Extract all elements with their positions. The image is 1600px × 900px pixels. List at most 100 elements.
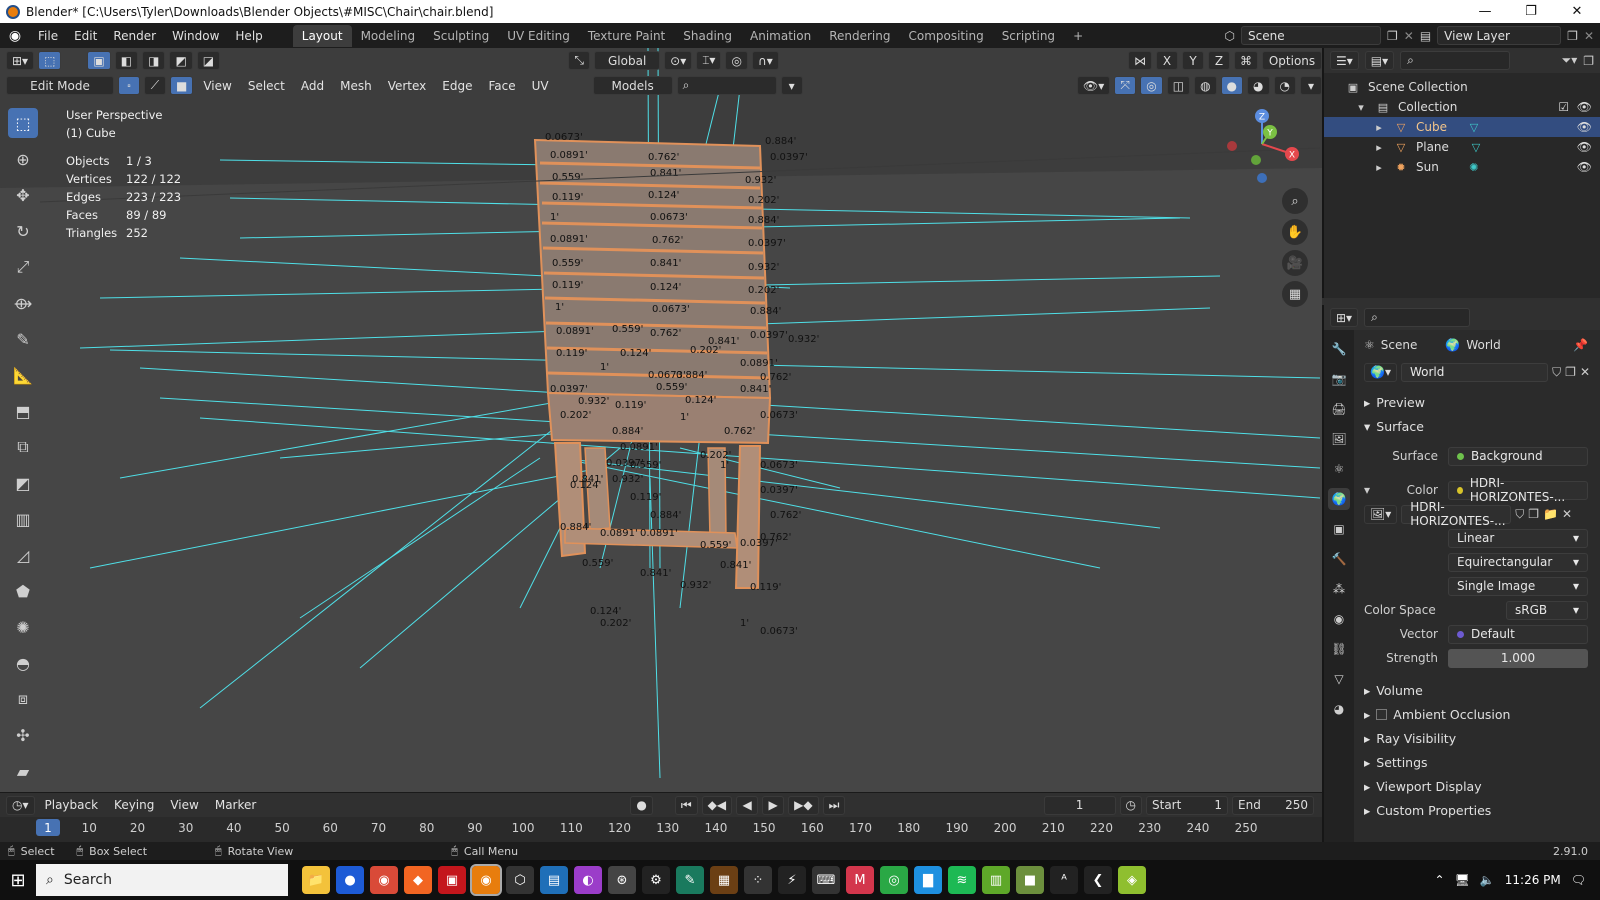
section-preview[interactable]: ▸ Preview <box>1356 390 1600 414</box>
new-collection-icon[interactable]: ❐ <box>1583 54 1594 68</box>
face-select-button[interactable]: ■ <box>170 76 194 95</box>
unity-icon[interactable]: ⬡ <box>506 866 534 894</box>
notifications-icon[interactable]: 🗨 <box>1571 873 1586 887</box>
visibility-eye-icon[interactable]: 👁 <box>1577 140 1592 154</box>
section-surface[interactable]: ▾ Surface <box>1356 414 1600 438</box>
steam-icon[interactable]: ⊛ <box>608 866 636 894</box>
smooth-tool-icon[interactable]: ◓ <box>8 648 38 678</box>
new-view-layer-icon[interactable]: ❐ <box>1567 29 1578 43</box>
app-bolt-icon[interactable]: ⚡ <box>778 866 806 894</box>
play-reverse-icon[interactable]: ◀ <box>736 795 759 815</box>
select-box-tool-icon[interactable]: ⬚ <box>8 108 38 138</box>
xray-toggle-icon[interactable]: ◫ <box>1166 76 1191 95</box>
outliner-item-sun[interactable]: ▸ ✹ Sun ✺ 👁 <box>1324 157 1600 177</box>
mirror-z-button[interactable]: Z <box>1208 51 1230 70</box>
spin-tool-icon[interactable]: ✺ <box>8 612 38 642</box>
move-tool-icon[interactable]: ✥ <box>8 180 38 210</box>
filter-icon[interactable]: ⏷▾ <box>1562 53 1578 68</box>
navigation-gizmo[interactable]: Z X Y <box>1222 104 1302 194</box>
particles-tab-icon[interactable]: ⁂ <box>1328 578 1350 600</box>
color-input-field[interactable]: HDRI-HORIZONTES-... <box>1448 476 1588 504</box>
playhead-frame[interactable]: 1 <box>36 819 60 836</box>
app-purple-icon[interactable]: ◐ <box>574 866 602 894</box>
expand-icon[interactable]: ▸ <box>1372 160 1386 174</box>
overlay-toggle-icon[interactable]: ◎ <box>1140 76 1163 95</box>
world-name-field[interactable]: World <box>1400 362 1549 382</box>
properties-search-input[interactable]: ⌕ <box>1364 308 1471 327</box>
tab-uv-editing[interactable]: UV Editing <box>498 25 579 47</box>
constraints-tab-icon[interactable]: ⛓ <box>1328 638 1350 660</box>
clock[interactable]: 11:26 PM <box>1505 873 1561 887</box>
layer-filter-dropdown[interactable]: Models <box>592 76 673 95</box>
loop-cut-tool-icon[interactable]: ▥ <box>8 504 38 534</box>
image-name-field[interactable]: HDRI-HORIZONTES-... <box>1401 500 1512 528</box>
app-dots-icon[interactable]: ⁘ <box>744 866 772 894</box>
expand-icon[interactable]: ▸ <box>1372 140 1386 154</box>
tray-chevron-icon[interactable]: ⌃ <box>1435 873 1445 887</box>
extrude-tool-icon[interactable]: ⬒ <box>8 396 38 426</box>
select-mode-intersect-button[interactable]: ◪ <box>196 51 221 70</box>
menu-edit[interactable]: Edit <box>66 29 105 43</box>
timeline-editor-type-button[interactable]: ◷▾ <box>6 795 35 815</box>
scene-icon[interactable]: ⬡ <box>1225 29 1235 43</box>
vertex-select-button[interactable]: ⬞ <box>118 76 140 95</box>
jump-start-icon[interactable]: ⏮ <box>674 795 698 815</box>
viewport-search-input[interactable]: ⌕ <box>676 76 777 95</box>
end-frame-field[interactable]: End 250 <box>1232 795 1314 815</box>
play-icon[interactable]: ▶ <box>762 795 785 815</box>
surface-shader-field[interactable]: Background <box>1448 446 1588 466</box>
add-workspace-button[interactable]: + <box>1064 25 1092 47</box>
bevel-tool-icon[interactable]: ◩ <box>8 468 38 498</box>
collection-checkbox[interactable]: ☑ 👁 <box>1558 100 1592 114</box>
section-ambient-occlusion[interactable]: ▸ Ambient Occlusion <box>1356 702 1600 726</box>
menu-playback[interactable]: Playback <box>39 798 105 812</box>
edge-slide-tool-icon[interactable]: ⧈ <box>8 684 38 714</box>
image-fake-user-icon[interactable]: ⛉ <box>1515 507 1524 522</box>
taskbar-search-box[interactable]: ⌕ Search <box>36 864 288 896</box>
app-keyboard-icon[interactable]: ⌨ <box>812 866 840 894</box>
menu-vertex[interactable]: Vertex <box>382 79 433 93</box>
app-m-icon[interactable]: M <box>846 866 874 894</box>
app-red-icon[interactable]: ▣ <box>438 866 466 894</box>
outliner-search-input[interactable]: ⌕ <box>1400 51 1511 70</box>
menu-add[interactable]: Add <box>295 79 330 93</box>
inset-tool-icon[interactable]: ⧉ <box>8 432 38 462</box>
physics-tab-icon[interactable]: ◉ <box>1328 608 1350 630</box>
tool-tab-icon[interactable]: 🔧 <box>1328 338 1350 360</box>
close-button[interactable]: ✕ <box>1554 0 1600 23</box>
pan-view-icon[interactable]: ✋ <box>1282 219 1308 245</box>
vector-field[interactable]: Default <box>1448 624 1588 644</box>
material-tab-icon[interactable]: ◕ <box>1328 698 1350 720</box>
outliner-scene-collection[interactable]: ▣ Scene Collection <box>1324 77 1600 97</box>
visibility-icon[interactable]: 👁▾ <box>1076 76 1111 95</box>
minimize-button[interactable]: — <box>1462 0 1508 23</box>
menu-timeline-view[interactable]: View <box>164 798 204 812</box>
shading-material-button[interactable]: ◕ <box>1247 76 1270 95</box>
light-data-icon[interactable]: ✺ <box>1467 160 1481 174</box>
network-icon[interactable]: 🖥 <box>1455 873 1470 887</box>
select-mode-invert-button[interactable]: ◩ <box>169 51 193 70</box>
unlink-world-icon[interactable]: ✕ <box>1580 365 1590 379</box>
camera-view-icon[interactable]: 🎥 <box>1282 250 1308 276</box>
autosmooth-icon[interactable]: ⌘ <box>1234 51 1258 70</box>
mirror-y-button[interactable]: Y <box>1182 51 1204 70</box>
app-arrow-icon[interactable]: ❮ <box>1084 866 1112 894</box>
zoom-view-icon[interactable]: ⌕ <box>1282 188 1308 214</box>
color-space-dropdown[interactable]: sRGB ▾ <box>1506 600 1588 620</box>
display-mode-button[interactable]: ▤▾ <box>1364 51 1395 70</box>
expand-icon[interactable]: ▸ <box>1372 120 1386 134</box>
render-tab-icon[interactable]: 📷 <box>1328 368 1350 390</box>
outliner-collection[interactable]: ▾ ▤ Collection ☑ 👁 <box>1324 97 1600 117</box>
proportional-edit-button[interactable]: ◎ <box>725 51 748 70</box>
modifier-tab-icon[interactable]: 🔨 <box>1328 548 1350 570</box>
shading-solid-button[interactable]: ● <box>1220 76 1244 95</box>
transform-tool-icon[interactable]: ⟴ <box>8 288 38 318</box>
maximize-button[interactable]: ❐ <box>1508 0 1554 23</box>
app-lime-icon[interactable]: ▥ <box>982 866 1010 894</box>
scene-field[interactable]: Scene <box>1241 26 1381 45</box>
section-settings[interactable]: ▸ Settings <box>1356 750 1600 774</box>
select-mode-subtract-button[interactable]: ◨ <box>142 51 166 70</box>
app-green-icon[interactable]: ✎ <box>676 866 704 894</box>
menu-render[interactable]: Render <box>105 29 164 43</box>
object-tab-icon[interactable]: ▣ <box>1328 518 1350 540</box>
